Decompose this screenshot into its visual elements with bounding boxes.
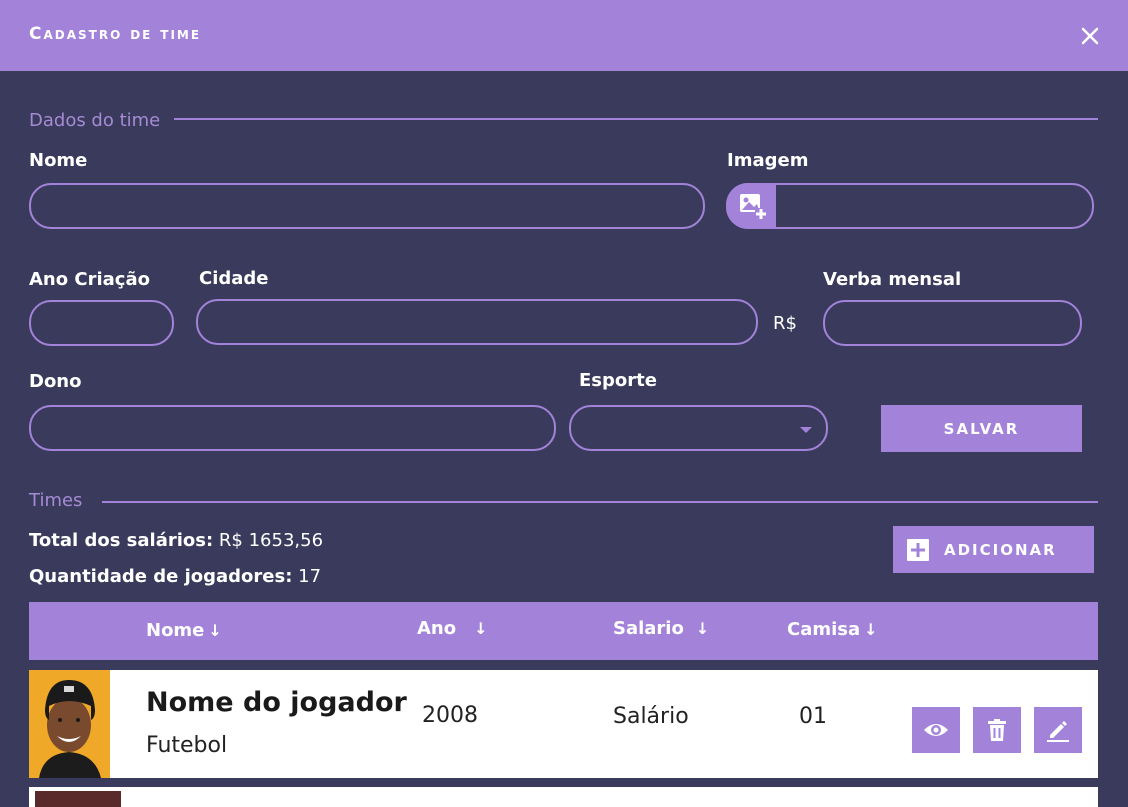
table-header: Nome ↓ Ano ↓ Salario ↓ Camisa ↓: [29, 602, 1098, 660]
trash-icon: [988, 719, 1006, 741]
column-header-nome[interactable]: Nome ↓: [146, 620, 222, 641]
dono-input[interactable]: [29, 405, 556, 451]
add-button[interactable]: ADICIONAR: [893, 526, 1094, 573]
eye-icon: [924, 724, 948, 736]
plus-square-icon: [907, 538, 929, 561]
player-photo: [29, 670, 110, 778]
chevron-down-icon: [800, 427, 812, 433]
dialog-header: Cadastro de time: [0, 0, 1128, 71]
section-label-teams: Times: [29, 490, 83, 511]
edit-button[interactable]: [1034, 707, 1082, 753]
ano-criacao-input[interactable]: [29, 300, 174, 346]
arrow-down-icon: ↓: [864, 620, 878, 639]
players-count: Quantidade de jogadores: 17: [29, 566, 321, 587]
player-photo: [35, 791, 121, 807]
add-button-label: ADICIONAR: [944, 540, 1057, 559]
column-header-label: Ano: [417, 618, 457, 639]
ano-criacao-label: Ano Criação: [29, 269, 150, 290]
save-button[interactable]: SALVAR: [881, 405, 1082, 452]
player-sport: Futebol: [146, 733, 228, 758]
verba-mensal-input[interactable]: [823, 300, 1082, 346]
imagem-input[interactable]: [726, 183, 1094, 229]
view-button[interactable]: [912, 707, 960, 753]
player-shirt: 01: [799, 704, 827, 729]
section-label-team-data: Dados do time: [29, 110, 161, 131]
arrow-down-icon: ↓: [208, 621, 222, 640]
column-header-camisa[interactable]: Camisa ↓: [787, 619, 878, 640]
dono-label: Dono: [29, 371, 82, 392]
cidade-input[interactable]: [196, 299, 758, 345]
add-image-icon: [740, 194, 767, 220]
cidade-label: Cidade: [199, 268, 269, 289]
dialog-title: Cadastro de time: [29, 24, 202, 44]
section-divider: [174, 118, 1098, 120]
verba-mensal-label: Verba mensal: [823, 269, 962, 290]
close-icon[interactable]: [1076, 22, 1104, 50]
column-header-ano[interactable]: Ano ↓: [417, 618, 488, 639]
total-salary-label: Total dos salários:: [29, 530, 214, 551]
nome-label: Nome: [29, 150, 88, 171]
total-salary-value: R$ 1653,56: [218, 530, 324, 551]
players-count-label: Quantidade de jogadores:: [29, 566, 293, 587]
column-header-salario[interactable]: Salario ↓: [613, 618, 709, 639]
player-year: 2008: [422, 703, 478, 728]
section-divider: [102, 501, 1098, 503]
players-count-value: 17: [298, 566, 322, 587]
currency-symbol: R$: [773, 313, 797, 334]
column-header-label: Nome: [146, 620, 205, 641]
arrow-down-icon: ↓: [695, 619, 710, 638]
table-row: Nome do jogador Futebol 2008 Salário 01: [29, 670, 1098, 778]
nome-input[interactable]: [29, 183, 705, 229]
player-salary: Salário: [613, 704, 689, 729]
delete-button[interactable]: [973, 707, 1021, 753]
table-row: [29, 787, 1098, 807]
column-header-label: Camisa: [787, 619, 861, 640]
total-salary: Total dos salários: R$ 1653,56: [29, 530, 323, 551]
imagem-label: Imagem: [727, 150, 809, 171]
esporte-select[interactable]: [569, 405, 828, 451]
column-header-label: Salario: [613, 618, 684, 639]
arrow-down-icon: ↓: [474, 619, 488, 638]
image-upload-button[interactable]: [726, 183, 776, 229]
edit-icon: [1047, 721, 1069, 742]
esporte-label: Esporte: [579, 370, 657, 391]
player-name: Nome do jogador: [146, 687, 407, 718]
